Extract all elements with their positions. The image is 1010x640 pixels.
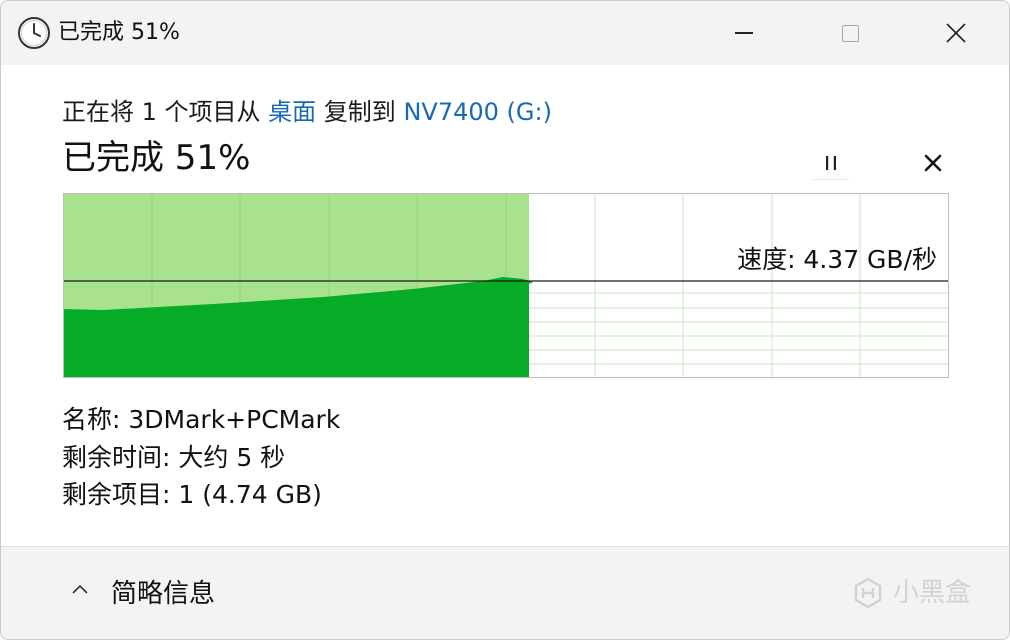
copy-middle: 复制到 (323, 98, 396, 126)
footer: 简略信息 小黑盒 (1, 546, 1009, 639)
copy-progress-window: 已完成 51% 正在将 1 个项目从 桌面 复制到 NV7400 (G:) 已完… (0, 0, 1010, 640)
destination-link[interactable]: NV7400 (G:) (403, 98, 552, 126)
detail-name: 名称: 3DMark+PCMark (62, 405, 341, 434)
close-icon (946, 23, 966, 43)
close-window-button[interactable] (910, 1, 1002, 65)
minimize-button[interactable] (698, 1, 790, 65)
source-link[interactable]: 桌面 (268, 98, 316, 126)
pause-button[interactable] (813, 147, 849, 180)
less-details-toggle[interactable]: 简略信息 (111, 577, 215, 611)
copy-prefix: 正在将 1 个项目从 (62, 98, 261, 126)
watermark-text: 小黑盒 (893, 578, 972, 608)
maximize-icon (841, 24, 859, 42)
detail-time-remaining: 剩余时间: 大约 5 秒 (62, 443, 286, 472)
progress-status: 已完成 51% (62, 138, 251, 178)
window-title: 已完成 51% (58, 20, 180, 45)
speed-label: 速度: 4.37 GB/秒 (737, 245, 937, 274)
watermark: 小黑盒 (851, 576, 971, 610)
copy-description: 正在将 1 个项目从 桌面 复制到 NV7400 (G:) (62, 96, 552, 128)
detail-items-remaining: 剩余项目: 1 (4.74 GB) (62, 480, 322, 509)
title-bar: 已完成 51% (1, 1, 1009, 65)
clock-icon (17, 16, 51, 50)
pause-icon (826, 156, 836, 170)
minimize-icon (735, 32, 753, 34)
speed-graph-canvas (63, 193, 949, 378)
watermark-logo-icon (854, 577, 882, 609)
close-icon (924, 154, 942, 172)
transfer-speed-graph: 速度: 4.37 GB/秒 (63, 193, 949, 378)
maximize-button[interactable] (804, 1, 896, 65)
cancel-button[interactable] (915, 147, 951, 179)
chevron-up-icon[interactable] (69, 579, 91, 601)
